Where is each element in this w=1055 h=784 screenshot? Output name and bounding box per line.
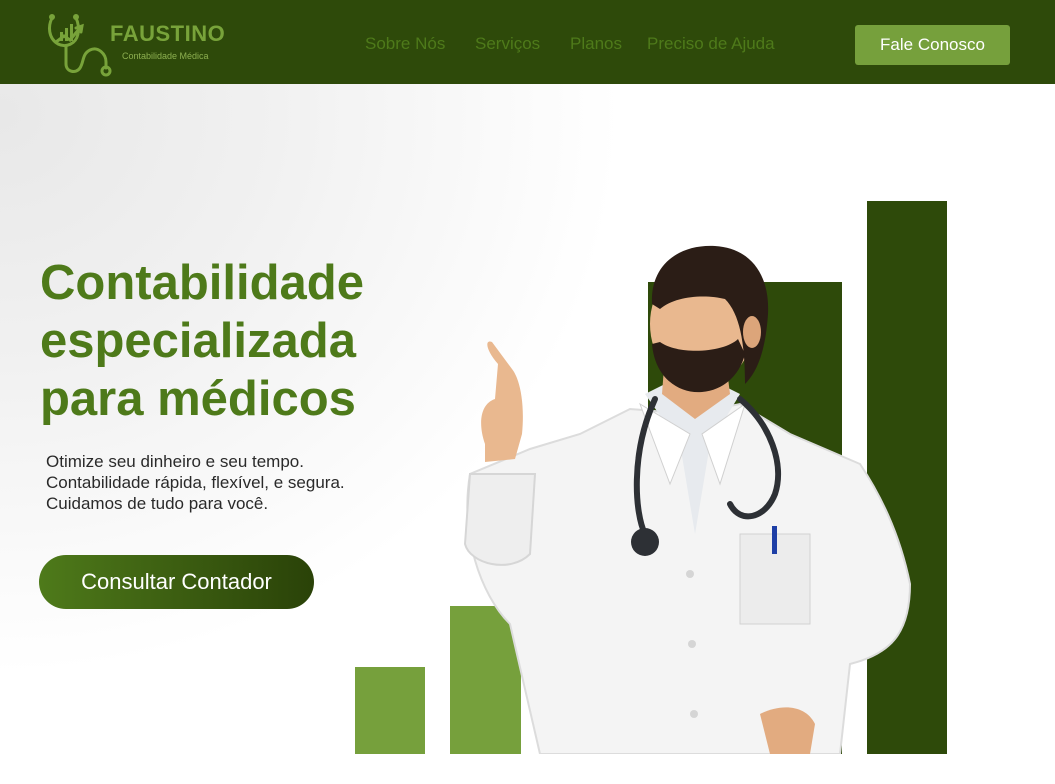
hero-headline: Contabilidade especializada para médicos xyxy=(40,254,420,428)
headline-line-2: especializada xyxy=(40,314,356,368)
hero-subtext: Otimize seu dinheiro e seu tempo. Contab… xyxy=(46,452,345,513)
brand-name: FAUSTINO xyxy=(110,21,226,46)
brand-logo[interactable]: FAUSTINO Contabilidade Médica xyxy=(46,10,246,78)
hero-section: Contabilidade especializada para médicos… xyxy=(0,84,1055,784)
headline-line-1: Contabilidade xyxy=(40,256,364,310)
doctor-illustration xyxy=(463,245,912,754)
fale-conosco-button[interactable]: Fale Conosco xyxy=(855,25,1010,65)
headline-line-3: para médicos xyxy=(40,372,356,426)
growth-bar-1 xyxy=(355,667,425,754)
nav-link-sobre-nos[interactable]: Sobre Nós xyxy=(365,34,445,54)
top-navbar: FAUSTINO Contabilidade Médica Sobre Nós … xyxy=(0,0,1055,84)
stethoscope-icon xyxy=(48,14,112,77)
nav-link-planos[interactable]: Planos xyxy=(570,34,622,54)
brand-tagline: Contabilidade Médica xyxy=(122,51,209,61)
nav-link-servicos[interactable]: Serviços xyxy=(475,34,540,54)
consultar-contador-button[interactable]: Consultar Contador xyxy=(39,555,314,609)
nav-link-preciso-de-ajuda[interactable]: Preciso de Ajuda xyxy=(647,34,775,54)
